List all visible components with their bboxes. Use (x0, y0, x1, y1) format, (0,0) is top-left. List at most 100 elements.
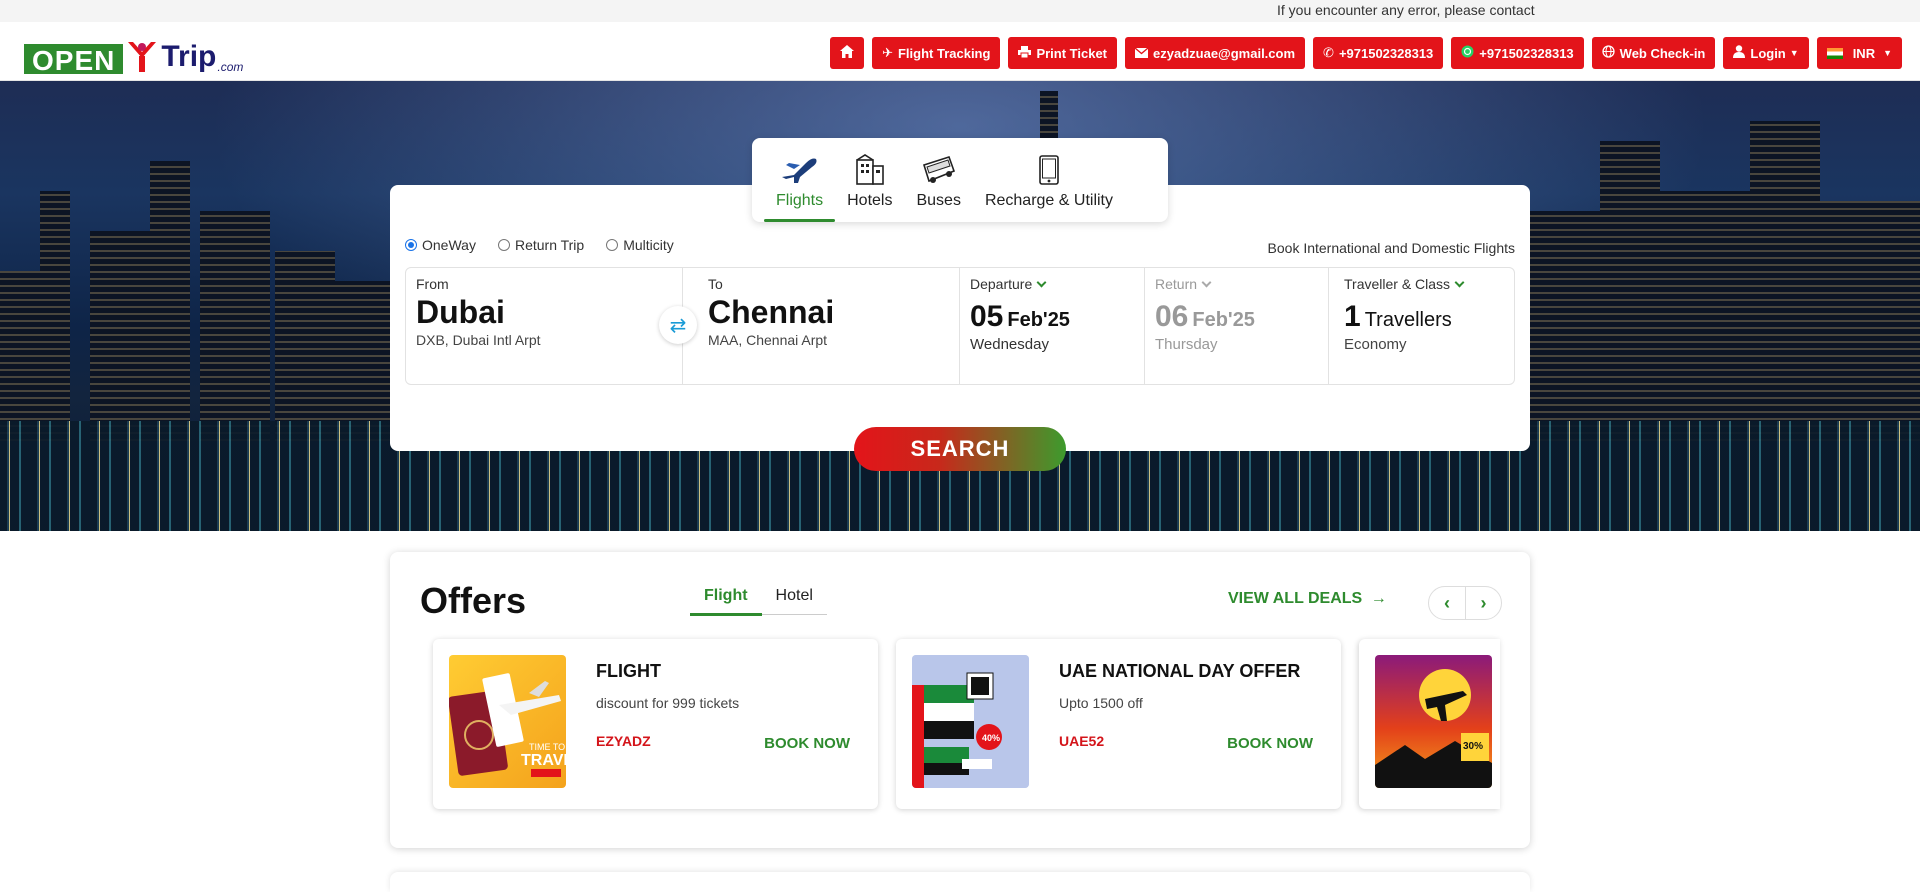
from-field[interactable]: From Dubai DXB, Dubai Intl Arpt ⇄ (406, 268, 697, 384)
search-fields: From Dubai DXB, Dubai Intl Arpt ⇄ To Che… (405, 267, 1515, 385)
phone-label: +971502328313 (1338, 45, 1434, 61)
offers-tab-hotel[interactable]: Hotel (762, 587, 827, 614)
web-checkin-label: Web Check-in (1619, 45, 1706, 61)
home-button[interactable] (830, 37, 865, 69)
envelope-icon (1134, 46, 1149, 61)
skyline-building (275, 251, 335, 441)
departure-month: Feb'25 (1007, 309, 1070, 331)
offer-description: Upto 1500 off (1059, 695, 1143, 711)
from-city: Dubai (416, 294, 505, 330)
return-label-row: Return (1155, 276, 1318, 292)
offers-tab-flight[interactable]: Flight (690, 587, 762, 616)
tab-recharge-label: Recharge & Utility (984, 192, 1113, 209)
to-airport: MAA, Chennai Arpt (708, 332, 828, 348)
chevron-down-icon (1454, 277, 1465, 287)
logo-com-text: .com (217, 60, 244, 74)
web-checkin-button[interactable]: Web Check-in (1591, 37, 1716, 69)
book-now-button[interactable]: BOOK NOW (1227, 735, 1313, 752)
caret-down-icon: ▼ (1883, 48, 1892, 58)
login-button[interactable]: Login ▼ (1723, 37, 1809, 69)
svg-text:40%: 40% (982, 733, 1000, 743)
logo-y-icon (125, 38, 159, 74)
phone-button[interactable]: ✆ +971502328313 (1313, 37, 1444, 69)
trip-type-oneway[interactable]: OneWay (405, 237, 476, 253)
whatsapp-label: +971502328313 (1479, 45, 1574, 61)
radio-multicity[interactable] (606, 239, 619, 251)
departure-field[interactable]: Departure 05 Feb'25 Wednesday (960, 268, 1145, 384)
offer-image-passport: TRAVEL TIME TO (449, 655, 566, 788)
traveller-class: Economy (1344, 336, 1407, 353)
login-label: Login (1750, 45, 1786, 61)
trip-type-return[interactable]: Return Trip (497, 237, 585, 253)
offer-image-sunset-plane: 30% (1375, 655, 1492, 788)
home-icon (840, 45, 855, 61)
search-button[interactable]: SEARCH (854, 427, 1066, 471)
return-field[interactable]: Return 06 Feb'25 Thursday (1145, 268, 1329, 384)
arrow-right-icon: → (1370, 590, 1387, 607)
book-now-button[interactable]: BOOK NOW (764, 735, 850, 752)
top-notice-bar: If you encounter any error, please conta… (0, 0, 1920, 22)
header: OPEN Trip .com ✈ Flight Tracking Print T… (0, 22, 1920, 81)
chevron-right-icon: › (1480, 592, 1487, 613)
traveller-label-row: Traveller & Class (1344, 276, 1504, 292)
offer-card[interactable]: TRAVEL TIME TO FLIGHT discount for 999 t… (433, 639, 878, 809)
svg-text:30%: 30% (1463, 741, 1483, 752)
carousel-next-button[interactable]: › (1465, 587, 1501, 619)
header-nav: ✈ Flight Tracking Print Ticket ezyadzuae… (830, 37, 1902, 69)
skyline-building (1600, 141, 1660, 441)
to-label: To (708, 276, 723, 292)
offer-description: discount for 999 tickets (596, 695, 740, 711)
skyline-building (1530, 211, 1600, 441)
to-field[interactable]: To Chennai MAA, Chennai Arpt (683, 268, 960, 384)
radio-oneway[interactable] (405, 239, 417, 251)
skyline-building (1660, 191, 1750, 441)
chevron-down-icon (1036, 277, 1047, 287)
airplane-icon (780, 154, 820, 186)
radio-return[interactable] (497, 239, 510, 251)
logo-open-text: OPEN (24, 44, 124, 76)
currency-selector[interactable]: INR ▼ (1816, 37, 1902, 69)
traveller-class-field[interactable]: Traveller & Class 1 Travellers Economy (1329, 268, 1514, 384)
flight-tracking-button[interactable]: ✈ Flight Tracking (872, 37, 1001, 69)
printer-icon (1018, 45, 1032, 61)
carousel-prev-button[interactable]: ‹ (1429, 587, 1465, 619)
trip-type-selector: OneWay Return Trip Multicity (405, 237, 674, 253)
departure-label-row: Departure (970, 276, 1134, 292)
offers-tabs: Flight Hotel (690, 587, 827, 616)
swap-button[interactable]: ⇄ (659, 306, 697, 344)
print-ticket-button[interactable]: Print Ticket (1008, 37, 1118, 69)
svg-text:TRAVEL: TRAVEL (521, 752, 566, 769)
skyline-building (1750, 121, 1820, 441)
skyline-building (200, 211, 270, 441)
offer-title: UAE NATIONAL DAY OFFER (1059, 661, 1301, 681)
currency-label: INR (1852, 45, 1876, 61)
from-airport: DXB, Dubai Intl Arpt (416, 332, 541, 348)
offer-card-partial[interactable]: 30% (1359, 639, 1500, 809)
top-notice-text: If you encounter any error, please conta… (1277, 2, 1535, 18)
departure-label: Departure (970, 276, 1033, 292)
skyline-building (90, 231, 150, 441)
trip-type-return-label: Return Trip (514, 237, 585, 253)
skyline-building (1820, 201, 1920, 441)
offer-title: FLIGHT (596, 661, 661, 681)
from-label: From (416, 276, 449, 292)
departure-date: 05 Feb'25 (970, 300, 1134, 334)
offer-card[interactable]: 40% UAE NATIONAL DAY OFFER Upto 1500 off… (896, 639, 1341, 809)
site-logo[interactable]: OPEN Trip .com (24, 30, 244, 76)
traveller-label: Traveller & Class (1344, 276, 1451, 292)
trip-type-multicity-label: Multicity (623, 237, 674, 253)
chevron-down-icon (1201, 277, 1212, 287)
tab-hotels[interactable]: Hotels (835, 138, 904, 222)
trip-type-multicity[interactable]: Multicity (606, 237, 674, 253)
plane-icon: ✈ (882, 45, 893, 60)
email-button[interactable]: ezyadzuae@gmail.com (1125, 37, 1306, 69)
return-label: Return (1155, 276, 1198, 292)
view-all-deals-link[interactable]: VIEW ALL DEALS → (1228, 590, 1387, 608)
offer-code: EZYADZ (596, 733, 651, 749)
tab-buses[interactable]: Buses (904, 138, 972, 222)
tab-recharge[interactable]: Recharge & Utility (973, 138, 1125, 222)
swap-arrows-icon: ⇄ (669, 314, 687, 337)
whatsapp-button[interactable]: +971502328313 (1451, 37, 1584, 69)
offers-title: Offers (420, 580, 527, 621)
tab-flights[interactable]: Flights (764, 138, 836, 222)
